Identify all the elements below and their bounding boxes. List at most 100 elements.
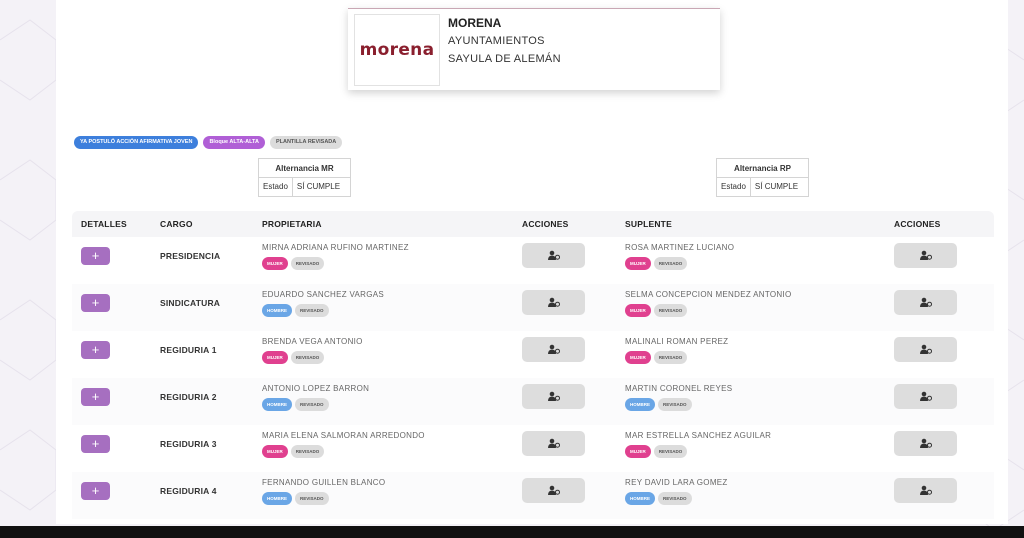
suplente-name: MALINALI ROMAN PEREZ	[625, 337, 729, 346]
suplente-action-button[interactable]	[894, 384, 957, 409]
review-badge: REVISADO	[290, 351, 325, 364]
municipality-name: SAYULA DE ALEMÁN	[448, 53, 561, 65]
details-button[interactable]: +	[81, 294, 110, 312]
suplente-cell: ROSA MARTINEZ LUCIANO MUJER REVISADO	[625, 242, 734, 270]
cargo-label: REGIDURIA 1	[160, 345, 217, 355]
propietaria-cell: MARIA ELENA SALMORAN ARREDONDO MUJER REVIS…	[262, 430, 425, 458]
details-button[interactable]: +	[81, 341, 110, 359]
propietaria-action-button[interactable]	[522, 337, 585, 362]
review-badge: REVISADO	[653, 304, 688, 317]
suplente-cell: MARTIN CORONEL REYES HOMBRE REVISADO	[625, 383, 732, 411]
user-plus-icon	[547, 247, 560, 265]
details-button[interactable]: +	[81, 388, 110, 406]
candidates-table: DETALLES CARGO PROPIETARIA ACCIONES SUPL…	[72, 211, 994, 524]
table-row: + SINDICATURA EDUARDO SANCHEZ VARGAS HOMBRE…	[72, 284, 994, 331]
propietaria-cell: FERNANDO GUILLEN BLANCO HOMBRE REVISADO	[262, 477, 385, 505]
details-button[interactable]: +	[81, 435, 110, 453]
gender-badge: MUJER	[625, 445, 651, 458]
review-badge: REVISADO	[295, 304, 329, 317]
review-badge: REVISADO	[653, 257, 688, 270]
cargo-label: REGIDURIA 3	[160, 439, 217, 449]
suplente-cell: REY DAVID LARA GOMEZ HOMBRE REVISADO	[625, 477, 728, 505]
propietaria-action-button[interactable]	[522, 384, 585, 409]
gender-badge: MUJER	[262, 445, 288, 458]
gender-badge: MUJER	[262, 351, 288, 364]
party-name: MORENA	[448, 16, 502, 30]
details-button[interactable]: +	[81, 482, 110, 500]
header-acciones-suplente: ACCIONES	[894, 219, 941, 229]
user-plus-icon	[919, 435, 932, 453]
suplente-action-button[interactable]	[894, 337, 957, 362]
review-badge: REVISADO	[290, 445, 325, 458]
suplente-cell: MALINALI ROMAN PEREZ MUJER REVISADO	[625, 336, 728, 364]
alternancia-mr-box: Alternancia MR Estado SÍ CUMPLE	[258, 158, 351, 197]
election-type: AYUNTAMIENTOS	[448, 35, 545, 47]
header-detalles: DETALLES	[81, 219, 127, 229]
suplente-name: ROSA MARTINEZ LUCIANO	[625, 243, 735, 252]
alternancia-rp-box: Alternancia RP Estado SÍ CUMPLE	[716, 158, 809, 197]
suplente-name: MAR ESTRELLA SANCHEZ AGUILAR	[625, 431, 772, 440]
review-badge: REVISADO	[295, 492, 329, 505]
table-row: + REGIDURIA 3 MARIA ELENA SALMORAN ARREDON…	[72, 425, 994, 472]
table-row: + PRESIDENCIA MIRNA ADRIANA RUFINO MARTINE…	[72, 237, 994, 284]
review-badge: REVISADO	[658, 398, 692, 411]
propietaria-action-button[interactable]	[522, 431, 585, 456]
details-button[interactable]: +	[81, 247, 110, 265]
gender-badge: HOMBRE	[262, 398, 292, 411]
alternancia-mr-estado-value: SÍ CUMPLE	[296, 182, 341, 191]
header-acciones-propietaria: ACCIONES	[522, 219, 569, 229]
table-row: + REGIDURIA 4 FERNANDO GUILLEN BLANCO HOMBR…	[72, 472, 994, 519]
suplente-action-button[interactable]	[894, 290, 957, 315]
gender-badge: MUJER	[625, 304, 651, 317]
propietaria-name: FERNANDO GUILLEN BLANCO	[262, 478, 386, 487]
cargo-label: PRESIDENCIA	[160, 251, 221, 261]
table-header: DETALLES CARGO PROPIETARIA ACCIONES SUPL…	[72, 211, 994, 237]
alternancia-mr-title: Alternancia MR	[259, 159, 350, 178]
alternancia-rp-estado-label: Estado	[717, 178, 751, 196]
gender-badge: HOMBRE	[262, 492, 292, 505]
user-plus-icon	[919, 482, 932, 500]
gender-badge: MUJER	[262, 257, 288, 270]
user-plus-icon	[547, 294, 560, 312]
propietaria-cell: MIRNA ADRIANA RUFINO MARTINEZ MUJER REVISA…	[262, 242, 409, 270]
user-plus-icon	[919, 247, 932, 265]
review-badge: REVISADO	[653, 351, 688, 364]
propietaria-name: ANTONIO LOPEZ BARRON	[262, 384, 370, 393]
suplente-name: REY DAVID LARA GOMEZ	[625, 478, 728, 487]
background-pattern-left	[0, 19, 57, 511]
status-badge-bloque: Bloque ALTA-ALTA	[203, 136, 265, 149]
suplente-cell: SELMA CONCEPCION MENDEZ ANTONIO MUJER REVI…	[625, 289, 792, 317]
header-cargo: CARGO	[160, 219, 193, 229]
suplente-action-button[interactable]	[894, 243, 957, 268]
propietaria-action-button[interactable]	[522, 290, 585, 315]
propietaria-cell: EDUARDO SANCHEZ VARGAS HOMBRE REVISADO	[262, 289, 384, 317]
propietaria-action-button[interactable]	[522, 243, 585, 268]
header-suplente: SUPLENTE	[625, 219, 672, 229]
user-plus-icon	[547, 341, 560, 359]
suplente-action-button[interactable]	[894, 478, 957, 503]
cargo-label: SINDICATURA	[160, 298, 221, 308]
propietaria-action-button[interactable]	[522, 478, 585, 503]
user-plus-icon	[919, 388, 932, 406]
status-badge-joven: YA POSTULÓ ACCIÓN AFIRMATIVA JOVEN	[74, 136, 199, 149]
status-pills: YA POSTULÓ ACCIÓN AFIRMATIVA JOVEN Bloqu…	[74, 136, 343, 149]
propietaria-cell: BRENDA VEGA ANTONIO MUJER REVISADO	[262, 336, 363, 364]
gender-badge: HOMBRE	[625, 398, 655, 411]
alternancia-rp-title: Alternancia RP	[717, 159, 808, 178]
propietaria-name: MARIA ELENA SALMORAN ARREDONDO	[262, 431, 425, 440]
gender-badge: MUJER	[625, 257, 651, 270]
review-badge: REVISADO	[295, 398, 329, 411]
party-info: MORENA AYUNTAMIENTOS SAYULA DE ALEMÁN	[448, 14, 561, 68]
review-badge: REVISADO	[658, 492, 692, 505]
main-page: morena MORENA AYUNTAMIENTOS SAYULA DE AL…	[56, 0, 1008, 524]
party-logo-text: morena	[359, 40, 435, 60]
review-badge: REVISADO	[290, 257, 325, 270]
user-plus-icon	[547, 435, 560, 453]
bottom-bar	[0, 526, 1024, 538]
alternancia-rp-estado-value: SÍ CUMPLE	[754, 182, 799, 191]
suplente-cell: MAR ESTRELLA SANCHEZ AGUILAR MUJER REVISAD…	[625, 430, 771, 458]
suplente-action-button[interactable]	[894, 431, 957, 456]
status-badge-plantilla: PLANTILLA REVISADA	[269, 136, 343, 149]
propietaria-cell: ANTONIO LOPEZ BARRON HOMBRE REVISADO	[262, 383, 369, 411]
propietaria-name: BRENDA VEGA ANTONIO	[262, 337, 363, 346]
